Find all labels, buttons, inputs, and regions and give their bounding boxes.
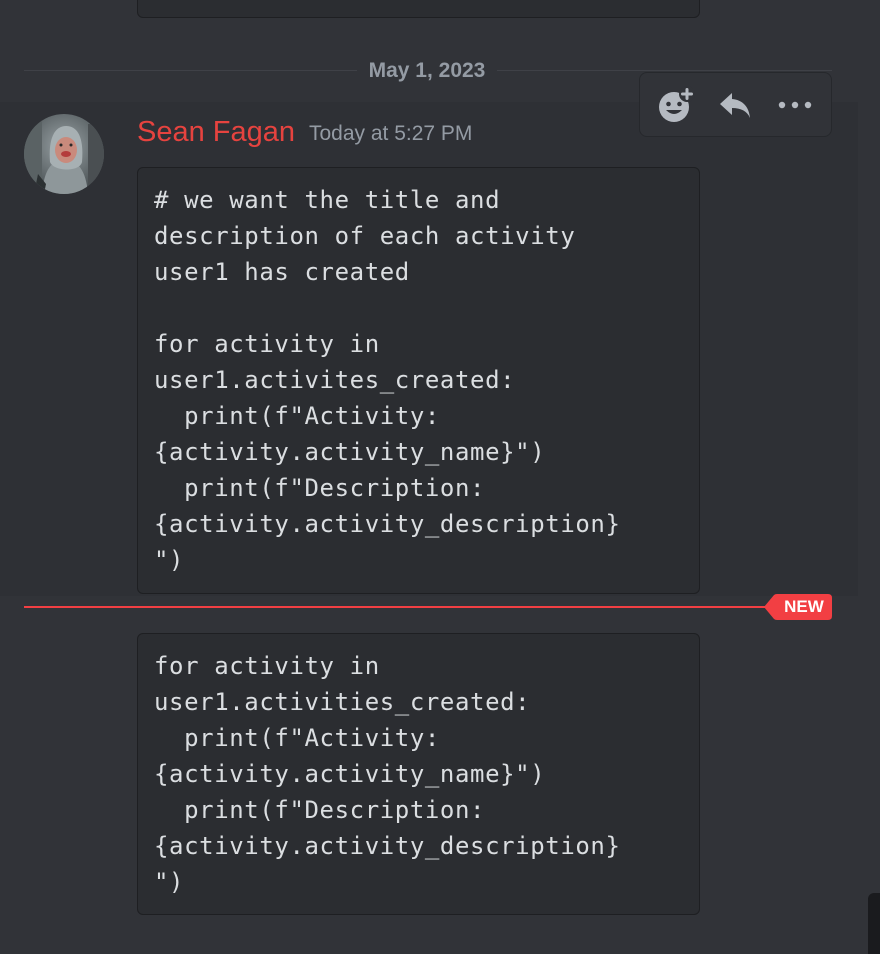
message-author[interactable]: Sean Fagan — [137, 114, 295, 150]
message-code-block: # we want the title and description of e… — [137, 167, 700, 594]
new-messages-divider — [24, 606, 772, 608]
chat-message-list: May 1, 2023 Sean Fagan Today at 5:27 PM — [0, 0, 880, 954]
previous-code-block — [137, 0, 700, 18]
message-actions-toolbar — [639, 72, 832, 137]
new-badge-label: NEW — [784, 597, 824, 616]
message-timestamp[interactable]: Today at 5:27 PM — [309, 120, 472, 148]
avatar-image — [24, 114, 104, 194]
more-icon — [778, 101, 812, 108]
date-divider-label: May 1, 2023 — [357, 57, 497, 85]
followup-code-block: for activity in user1.activities_created… — [137, 633, 700, 915]
reply-icon — [720, 92, 751, 118]
new-messages-badge: NEW — [764, 594, 832, 620]
reply-button[interactable] — [709, 79, 761, 131]
add-reaction-icon — [658, 85, 695, 122]
add-reaction-button[interactable] — [650, 79, 702, 131]
scrollbar-thumb[interactable] — [868, 893, 880, 954]
avatar[interactable] — [24, 114, 104, 194]
more-options-button[interactable] — [769, 79, 821, 131]
